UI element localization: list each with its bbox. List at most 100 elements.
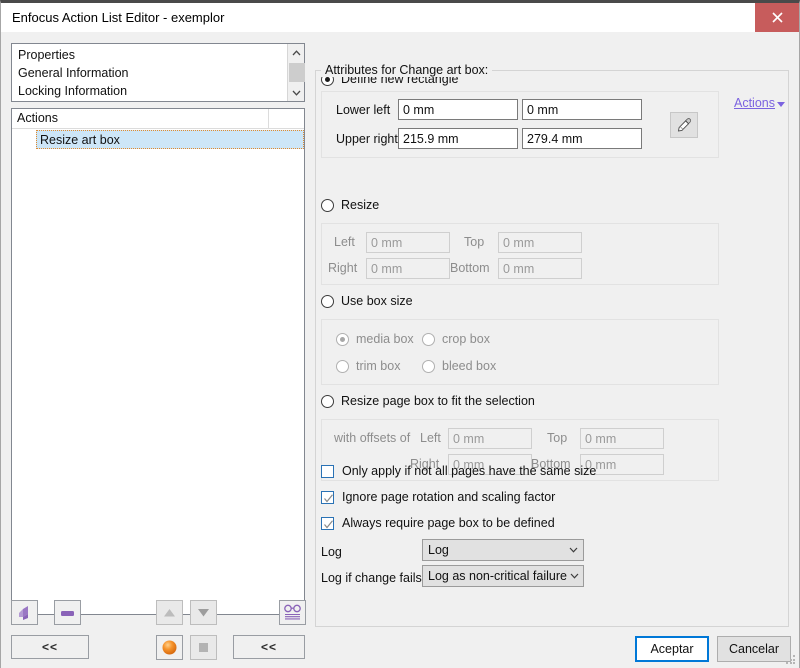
log-if-change-fails-label: Log if change fails bbox=[321, 571, 422, 585]
orange-sphere-icon[interactable] bbox=[156, 635, 183, 660]
actions-dropdown-link[interactable]: Actions bbox=[734, 96, 785, 110]
resize-right-label: Right bbox=[328, 261, 358, 275]
upper-right-x-input[interactable]: 215.9 mm bbox=[398, 128, 518, 149]
resize-bottom-input[interactable]: 0 mm bbox=[498, 258, 582, 279]
resize-top-label: Top bbox=[464, 235, 485, 249]
attributes-group-title: Attributes for Change art box: bbox=[321, 63, 493, 77]
eyedropper-glyph bbox=[677, 117, 691, 132]
glasses-icon[interactable] bbox=[279, 600, 306, 625]
checkbox-label: Always require page box to be defined bbox=[342, 516, 555, 530]
lower-left-label: Lower left bbox=[336, 103, 391, 117]
application-window: Enfocus Action List Editor - exemplor Pr… bbox=[0, 0, 800, 668]
resize-right-input[interactable]: 0 mm bbox=[366, 258, 450, 279]
radio-indicator bbox=[321, 198, 334, 212]
action-name: Resize art box bbox=[40, 133, 120, 147]
gray-square-icon[interactable] bbox=[190, 635, 217, 660]
radio-indicator bbox=[336, 359, 349, 373]
eyedropper-icon[interactable] bbox=[670, 112, 698, 138]
properties-list[interactable]: Properties General Information Locking I… bbox=[11, 43, 305, 102]
resize-left-input[interactable]: 0 mm bbox=[366, 232, 450, 253]
remove-action-icon[interactable] bbox=[54, 600, 81, 625]
radio-media-box[interactable]: media box bbox=[336, 332, 414, 346]
checkbox-indicator bbox=[321, 490, 334, 504]
check-icon bbox=[324, 519, 333, 528]
radio-resize-label: Resize bbox=[341, 198, 380, 212]
triangle-up-glyph bbox=[164, 609, 175, 617]
close-glyph bbox=[771, 12, 783, 23]
triangle-down-icon[interactable] bbox=[190, 600, 217, 625]
checkbox-label: Ignore page rotation and scaling factor bbox=[342, 490, 556, 504]
checkbox-ignore-page-rotation[interactable]: Ignore page rotation and scaling factor bbox=[321, 490, 555, 504]
chevron-down-icon bbox=[563, 547, 583, 553]
lower-left-y-input[interactable]: 0 mm bbox=[522, 99, 642, 120]
chevron-down-glyph bbox=[292, 90, 301, 96]
checkbox-always-require-page-box[interactable]: Always require page box to be defined bbox=[321, 516, 555, 530]
log-if-change-fails-select[interactable]: Log as non-critical failure bbox=[422, 565, 584, 587]
radio-bleed-box[interactable]: bleed box bbox=[422, 359, 496, 373]
radio-resize-to-selection[interactable]: Resize page box to fit the selection bbox=[321, 394, 535, 408]
remove-action-glyph bbox=[61, 610, 74, 616]
checkbox-only-apply-if-not-all-pages-same-size[interactable]: Only apply if not all pages have the sam… bbox=[321, 464, 596, 478]
add-action-icon[interactable] bbox=[11, 600, 38, 625]
collapse-left-button[interactable]: << bbox=[11, 635, 89, 659]
close-icon[interactable] bbox=[755, 3, 799, 32]
upper-right-y-input[interactable]: 279.4 mm bbox=[522, 128, 642, 149]
table-row[interactable]: Resize art box bbox=[12, 130, 304, 149]
chevron-up-icon[interactable] bbox=[288, 44, 305, 61]
radio-crop-box[interactable]: crop box bbox=[422, 332, 490, 346]
window-title: Enfocus Action List Editor - exemplor bbox=[12, 10, 225, 25]
resize-grip[interactable] bbox=[786, 655, 796, 665]
orange-sphere-glyph bbox=[162, 640, 177, 655]
radio-media-box-label: media box bbox=[356, 332, 414, 346]
offset-left-input[interactable]: 0 mm bbox=[448, 428, 532, 449]
properties-list-scrollbar[interactable] bbox=[287, 44, 305, 101]
box-size-panel: media box crop box trim box bleed box bbox=[321, 319, 719, 385]
radio-resize[interactable]: Resize bbox=[321, 198, 379, 212]
chevron-down-glyph bbox=[569, 547, 577, 553]
cancel-button[interactable]: Cancelar bbox=[717, 636, 791, 662]
checkbox-indicator bbox=[321, 516, 334, 530]
radio-indicator bbox=[336, 332, 349, 346]
properties-list-item-0[interactable]: Properties bbox=[18, 48, 75, 62]
glasses-glyph bbox=[284, 604, 301, 620]
resize-panel: Left 0 mm Top 0 mm Right 0 mm Bottom 0 m… bbox=[321, 223, 719, 285]
radio-indicator bbox=[422, 359, 435, 373]
gray-square-glyph bbox=[199, 643, 208, 652]
log-select-value: Log bbox=[428, 543, 449, 557]
resize-top-input[interactable]: 0 mm bbox=[498, 232, 582, 253]
offsets-label: with offsets of bbox=[334, 431, 411, 445]
radio-use-box-size-label: Use box size bbox=[341, 294, 413, 308]
radio-trim-box[interactable]: trim box bbox=[336, 359, 400, 373]
scrollbar-thumb[interactable] bbox=[289, 63, 305, 82]
radio-resize-to-selection-label: Resize page box to fit the selection bbox=[341, 394, 535, 408]
offset-top-label: Top bbox=[547, 431, 568, 445]
log-if-change-fails-value: Log as non-critical failure bbox=[428, 569, 567, 583]
upper-right-label: Upper right bbox=[336, 132, 398, 146]
radio-crop-box-label: crop box bbox=[442, 332, 490, 346]
actions-grid[interactable]: Actions Resize art box bbox=[11, 108, 305, 615]
resize-bottom-label: Bottom bbox=[450, 261, 490, 275]
column-divider[interactable] bbox=[268, 109, 269, 129]
accept-button[interactable]: Aceptar bbox=[635, 636, 709, 662]
collapse-right-button[interactable]: << bbox=[233, 635, 305, 659]
chevron-down-icon bbox=[567, 573, 583, 579]
radio-indicator bbox=[321, 294, 334, 308]
log-select[interactable]: Log bbox=[422, 539, 584, 561]
triangle-up-icon[interactable] bbox=[156, 600, 183, 625]
offset-left-label: Left bbox=[420, 431, 441, 445]
properties-list-item-1[interactable]: General Information bbox=[18, 66, 128, 80]
add-action-glyph bbox=[19, 606, 28, 620]
radio-use-box-size[interactable]: Use box size bbox=[321, 294, 413, 308]
radio-bleed-box-label: bleed box bbox=[442, 359, 497, 373]
properties-list-item-2[interactable]: Locking Information bbox=[18, 84, 127, 98]
chevron-down-icon bbox=[777, 101, 785, 107]
radio-trim-box-label: trim box bbox=[356, 359, 401, 373]
client-area: Properties General Information Locking I… bbox=[1, 32, 799, 668]
check-icon bbox=[324, 493, 333, 502]
triangle-down-glyph bbox=[198, 609, 209, 617]
chevron-down-icon[interactable] bbox=[288, 84, 305, 101]
checkbox-label: Only apply if not all pages have the sam… bbox=[342, 464, 597, 478]
offset-top-input[interactable]: 0 mm bbox=[580, 428, 664, 449]
radio-indicator bbox=[321, 394, 334, 408]
lower-left-x-input[interactable]: 0 mm bbox=[398, 99, 518, 120]
